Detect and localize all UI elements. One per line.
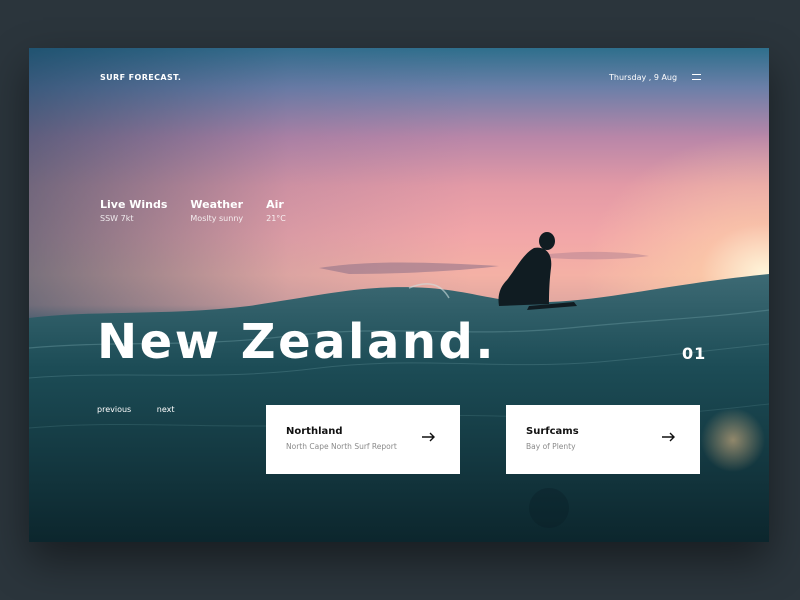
slide-number: 01 — [682, 344, 707, 363]
stat-value: SSW 7kt — [100, 214, 134, 223]
hero-frame: SURF FORECAST. Thursday , 9 Aug Live Win… — [29, 48, 769, 542]
stat-label: Live Winds — [100, 198, 168, 211]
card-subtitle: Bay of Plenty — [526, 442, 576, 451]
stat-value: 21°C — [266, 214, 286, 223]
brand-logo[interactable]: SURF FORECAST. — [100, 73, 181, 82]
conditions-panel: Live Winds SSW 7kt Weather Moslty sunny … — [100, 198, 309, 223]
stat-label: Weather — [190, 198, 244, 211]
previous-link[interactable]: previous — [97, 405, 131, 414]
card-subtitle: North Cape North Surf Report — [286, 442, 397, 451]
next-link[interactable]: next — [157, 405, 175, 414]
northland-card[interactable]: Northland North Cape North Surf Report — [266, 405, 460, 474]
stat-value: Moslty sunny — [190, 214, 244, 223]
card-title: Surfcams — [526, 426, 579, 437]
current-date: Thursday , 9 Aug — [609, 73, 678, 82]
weather-stat: Weather Moslty sunny — [190, 198, 243, 223]
air-stat: Air 21°C — [266, 198, 286, 223]
arrow-right-icon — [662, 432, 675, 442]
hamburger-menu-icon[interactable] — [692, 74, 701, 80]
live-winds-stat: Live Winds SSW 7kt — [100, 198, 167, 223]
location-title: New Zealand. — [97, 314, 497, 370]
surfcams-card[interactable]: Surfcams Bay of Plenty — [506, 405, 700, 474]
surfer-silhouette — [498, 232, 577, 310]
slide-pager: previous next — [97, 405, 197, 414]
arrow-right-icon — [422, 432, 435, 442]
card-title: Northland — [286, 426, 343, 437]
stat-label: Air — [266, 198, 284, 211]
